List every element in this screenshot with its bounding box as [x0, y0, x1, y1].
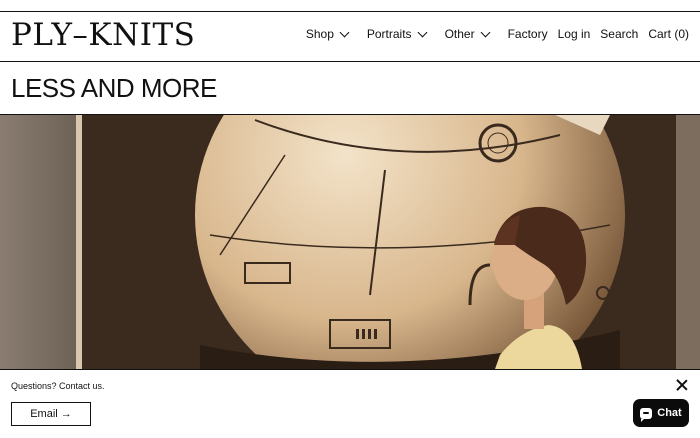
- contact-bar: Questions? Contact us. Email → Chat: [0, 369, 700, 438]
- main-nav: Shop Portraits Other Factory Log in Sear…: [306, 27, 689, 41]
- nav-search[interactable]: Search: [600, 27, 638, 41]
- nav-shop-label: Shop: [305, 27, 334, 41]
- nav-login-label: Log in: [557, 27, 591, 41]
- hero-photo-icon: [0, 115, 700, 369]
- chat-bubble-icon: [640, 407, 653, 422]
- hero-image: [0, 115, 700, 369]
- nav-login[interactable]: Log in: [558, 27, 591, 41]
- chevron-down-icon: [339, 27, 350, 38]
- contact-question-text: Questions? Contact us.: [11, 381, 105, 391]
- nav-shop[interactable]: Shop: [305, 27, 350, 41]
- close-icon[interactable]: [676, 379, 688, 391]
- brand-logo[interactable]: PLY–KNITS: [11, 17, 195, 53]
- nav-portraits-label: Portraits: [366, 27, 412, 41]
- site-header: PLY–KNITS Shop Portraits Other Factory L…: [0, 12, 700, 61]
- nav-factory[interactable]: Factory: [508, 27, 548, 41]
- header-divider: [0, 61, 700, 62]
- nav-cart[interactable]: Cart (0): [648, 27, 689, 41]
- nav-cart-label: Cart (0): [648, 27, 689, 41]
- nav-search-label: Search: [600, 27, 639, 41]
- nav-other-label: Other: [444, 27, 475, 41]
- nav-factory-label: Factory: [507, 27, 548, 41]
- chevron-down-icon: [480, 27, 491, 38]
- nav-portraits[interactable]: Portraits: [366, 27, 428, 41]
- chat-label: Chat: [657, 407, 682, 419]
- page-title: LESS AND MORE: [11, 73, 217, 103]
- chat-button[interactable]: Chat: [633, 399, 689, 427]
- nav-other[interactable]: Other: [444, 27, 491, 41]
- email-button[interactable]: Email →: [11, 402, 91, 426]
- chevron-down-icon: [417, 27, 428, 38]
